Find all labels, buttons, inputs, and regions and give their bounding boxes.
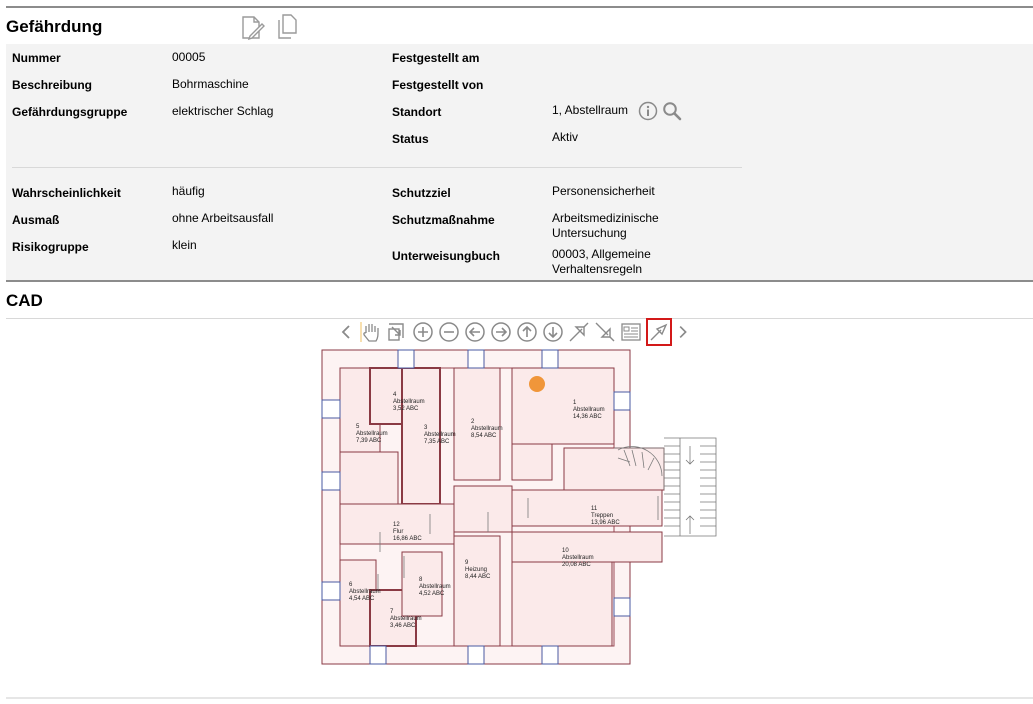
room-5-area: 7,39 ABC	[356, 438, 382, 444]
field-value-nummer: 00005	[172, 50, 206, 64]
room-1-name: Abstellraum	[573, 407, 605, 413]
cad-bottom-divider	[6, 697, 1033, 699]
pan-right-icon[interactable]	[488, 319, 514, 345]
search-icon[interactable]	[662, 101, 682, 121]
section-divider-cad	[6, 280, 1033, 282]
room-12-area: 16,86 ABC	[393, 536, 422, 542]
room-10-name: Abstellraum	[562, 555, 594, 561]
field-label-beschreibung: Beschreibung	[12, 78, 93, 92]
room-7-area: 3,46 ABC	[390, 623, 416, 629]
zoom-extents-icon[interactable]	[566, 319, 592, 345]
room-7-name: Abstellraum	[390, 616, 422, 622]
zoom-previous-icon[interactable]	[592, 319, 618, 345]
room-9-name: Heizung	[465, 567, 487, 573]
field-value-schutzmassnahme: Arbeitsmedizinische Untersuchung	[552, 211, 659, 240]
room-3-name: Abstellraum	[424, 432, 456, 438]
field-label-status: Status	[392, 132, 429, 146]
field-label-standort: Standort	[392, 105, 442, 119]
field-value-wahrscheinlichkeit: häufig	[172, 184, 205, 198]
room-12-name: Flur	[393, 529, 403, 535]
field-value-beschreibung: Bohrmaschine	[172, 77, 249, 91]
chevron-right-icon[interactable]	[672, 319, 692, 345]
info-icon[interactable]	[638, 101, 658, 121]
panel-divider	[12, 167, 742, 168]
room-10-area: 20,08 ABC	[562, 562, 591, 568]
hazard-title: Gefährdung	[6, 17, 103, 36]
room-11-name: Treppen	[591, 513, 613, 519]
field-value-unterweisungbuch: 00003, Allgemeine Verhaltensregeln	[552, 247, 651, 276]
hazard-details-panel	[6, 44, 1033, 280]
room-12-num: 12	[393, 522, 400, 528]
pan-hand-icon[interactable]	[358, 319, 384, 345]
edit-document-icon[interactable]	[240, 15, 266, 41]
room-5-name: Abstellraum	[356, 431, 388, 437]
room-4-area: 3,52 ABC	[393, 406, 419, 412]
zoom-window-icon[interactable]	[384, 319, 410, 345]
room-11-num: 11	[591, 506, 598, 512]
field-value-schutzziel: Personensicherheit	[552, 184, 655, 198]
chevron-left-icon[interactable]	[336, 319, 358, 345]
room-8-area: 4,52 ABC	[419, 591, 445, 597]
select-pointer-icon[interactable]	[646, 318, 672, 346]
copy-document-icon[interactable]	[276, 14, 300, 40]
field-label-festgestellt-von: Festgestellt von	[392, 78, 484, 92]
pan-up-icon[interactable]	[514, 319, 540, 345]
room-11-area: 13,96 ABC	[591, 520, 620, 526]
field-label-nummer: Nummer	[12, 51, 61, 65]
field-value-gefaehrdungsgruppe: elektrischer Schlag	[172, 104, 274, 118]
cad-title: CAD	[6, 291, 43, 310]
field-label-wahrscheinlichkeit: Wahrscheinlichkeit	[12, 186, 121, 200]
zoom-in-icon[interactable]	[410, 319, 436, 345]
field-label-schutzziel: Schutzziel	[392, 186, 451, 200]
room-8-name: Abstellraum	[419, 584, 451, 590]
field-label-ausmass: Ausmaß	[12, 213, 60, 227]
cad-toolbar	[336, 318, 692, 346]
legend-icon[interactable]	[618, 319, 644, 345]
room-3-area: 7,35 ABC	[424, 439, 450, 445]
hazard-location-marker	[529, 376, 545, 392]
field-label-schutzmassnahme: Schutzmaßnahme	[392, 213, 495, 227]
field-label-risikogruppe: Risikogruppe	[12, 240, 89, 254]
field-value-risikogruppe: klein	[172, 238, 197, 252]
field-label-festgestellt-am: Festgestellt am	[392, 51, 480, 65]
section-divider-top	[6, 6, 1033, 8]
cad-drawing-canvas[interactable]: 1 Abstellraum 14,36 ABC 2 Abstellraum 8,…	[318, 346, 720, 668]
room-4-name: Abstellraum	[393, 399, 425, 405]
room-9-area: 8,44 ABC	[465, 574, 491, 580]
room-2-name: Abstellraum	[471, 426, 503, 432]
zoom-out-icon[interactable]	[436, 319, 462, 345]
room-1-area: 14,36 ABC	[573, 414, 602, 420]
field-value-ausmass: ohne Arbeitsausfall	[172, 211, 274, 225]
pan-down-icon[interactable]	[540, 319, 566, 345]
field-value-status: Aktiv	[552, 130, 579, 144]
floor-plan: 1 Abstellraum 14,36 ABC 2 Abstellraum 8,…	[321, 349, 717, 665]
field-label-gefaehrdungsgruppe: Gefährdungsgruppe	[12, 105, 128, 119]
pan-left-icon[interactable]	[462, 319, 488, 345]
field-value-standort: 1, Abstellraum	[552, 103, 629, 117]
room-10-num: 10	[562, 548, 569, 554]
room-6-name: Abstellraum	[349, 589, 381, 595]
room-2-area: 8,54 ABC	[471, 433, 497, 439]
field-label-unterweisungbuch: Unterweisungbuch	[392, 249, 501, 263]
room-6-area: 4,54 ABC	[349, 596, 375, 602]
